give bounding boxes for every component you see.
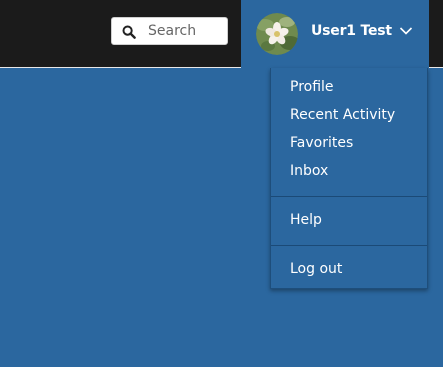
search-icon	[122, 25, 136, 39]
user-menu-toggle[interactable]: User1 Test	[241, 0, 429, 68]
menu-item-inbox[interactable]: Inbox	[290, 163, 328, 179]
user-dropdown-menu: Profile Recent Activity Favorites Inbox …	[270, 68, 428, 289]
menu-divider	[271, 245, 427, 246]
menu-item-log-out[interactable]: Log out	[290, 261, 342, 277]
avatar[interactable]	[256, 13, 298, 55]
chevron-down-icon[interactable]	[399, 26, 413, 36]
search-input[interactable]	[148, 18, 226, 44]
menu-item-profile[interactable]: Profile	[290, 79, 334, 95]
avatar-flower-photo	[256, 13, 298, 55]
menu-item-help[interactable]: Help	[290, 212, 322, 228]
menu-item-favorites[interactable]: Favorites	[290, 135, 353, 151]
menu-item-recent-activity[interactable]: Recent Activity	[290, 107, 395, 123]
top-navigation-bar: User1 Test	[0, 0, 443, 68]
search-box[interactable]	[111, 17, 228, 45]
user-name[interactable]: User1 Test	[311, 23, 392, 39]
menu-divider	[271, 196, 427, 197]
